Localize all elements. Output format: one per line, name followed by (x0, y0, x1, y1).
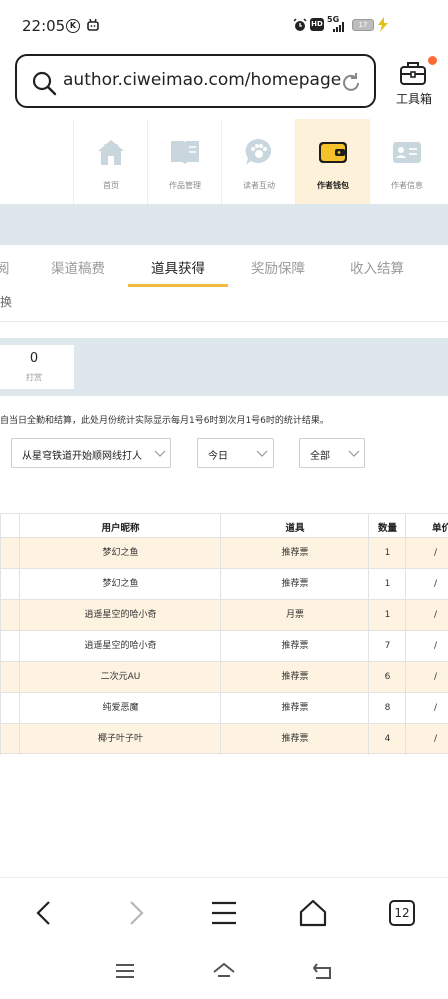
reload-icon[interactable] (339, 71, 363, 95)
house-icon (98, 140, 124, 165)
status-time: 22:05 (22, 17, 66, 35)
paw-chat-icon (245, 138, 272, 165)
tab-props-received[interactable]: 道具获得 (151, 257, 205, 277)
tab-reward-guarantee[interactable]: 奖励保障 (251, 257, 305, 277)
home-icon[interactable] (298, 898, 328, 928)
stats-note: 自当日全勤和结算，此处月份统计实际显示每月1号6时到次月1号6时的统计结果。 (0, 416, 329, 426)
status-bar: 22:05 K HD 5G 17 (0, 0, 448, 48)
search-icon[interactable] (31, 70, 57, 96)
signal-bars-icon (333, 22, 344, 32)
nav-item-author-info[interactable]: 作者信息 (369, 119, 443, 204)
stat-value: 0 (29, 351, 39, 366)
table-row: 梦幻之鱼 推荐票 1 / (0, 568, 448, 600)
back-icon[interactable] (30, 898, 60, 928)
forward-icon[interactable] (120, 898, 150, 928)
table-row: 逍遥星空的哈小奇 推荐票 7 / (0, 630, 448, 662)
alarm-icon (293, 18, 307, 31)
nav-item-reader-interaction[interactable]: 读者互动 (221, 119, 295, 204)
table-row: 二次元AU 推荐票 6 / (0, 661, 448, 693)
notification-dot (428, 56, 437, 65)
nav-item-works[interactable]: 作品管理 (147, 119, 221, 204)
battery-icon: 17 (352, 19, 374, 31)
stat-caption: 打赏 (26, 373, 42, 382)
nav-item-home[interactable]: 首页 (73, 119, 147, 204)
browser-bottom-bar: 12 (0, 877, 448, 947)
date-select[interactable]: 今日 (197, 438, 274, 468)
table-row: 椰子叶子叶 推荐票 4 / (0, 723, 448, 755)
k-circle-icon: K (66, 19, 80, 33)
wallet-icon (319, 142, 347, 163)
stat-card-tips: 0 打赏 (0, 345, 74, 389)
section-band (0, 204, 448, 245)
author-nav: 首页 作品管理 读者互动 作者钱包 作者信息 (0, 119, 448, 204)
url-bar[interactable]: author.ciweimao.com/homepage (15, 54, 376, 108)
subtab-partial[interactable]: 换 (0, 293, 12, 310)
system-back-icon[interactable] (310, 960, 336, 982)
system-home-icon[interactable] (211, 960, 237, 982)
charging-icon (378, 17, 388, 32)
wallet-tabs: 阅 渠道稿费 道具获得 奖励保障 收入结算 (0, 245, 448, 289)
book-icon (171, 141, 199, 164)
table-row: 梦幻之鱼 推荐票 1 / (0, 537, 448, 569)
chevron-down-icon (256, 450, 268, 457)
hd-icon: HD (310, 18, 324, 31)
toolbox-button[interactable]: 工具箱 (386, 54, 442, 110)
table-row: 纯爱恶魔 推荐票 8 / (0, 692, 448, 724)
tabs-count-button[interactable]: 12 (389, 900, 415, 926)
android-icon (87, 18, 99, 31)
toolbox-icon[interactable] (398, 58, 428, 88)
menu-icon[interactable] (209, 898, 239, 928)
active-tab-indicator (128, 284, 228, 287)
tab-income-settlement[interactable]: 收入结算 (350, 257, 404, 277)
tab-channel-fees[interactable]: 渠道稿费 (51, 257, 105, 277)
url-text[interactable]: author.ciweimao.com/homepage (63, 70, 341, 90)
chevron-down-icon (154, 450, 166, 457)
nav-item-wallet[interactable]: 作者钱包 (295, 119, 369, 204)
book-select[interactable]: 从星穹铁道开始顺网线打人 (11, 438, 171, 468)
recents-icon[interactable] (112, 960, 138, 982)
chevron-down-icon (348, 450, 360, 457)
type-select[interactable]: 全部 (299, 438, 365, 468)
tab-partial-left[interactable]: 阅 (0, 257, 10, 277)
toolbox-label: 工具箱 (395, 92, 432, 106)
id-card-icon (393, 142, 421, 163)
system-nav-bar (0, 947, 448, 999)
table-row: 逍遥星空的哈小奇 月票 1 / (0, 599, 448, 631)
divider (0, 321, 448, 322)
